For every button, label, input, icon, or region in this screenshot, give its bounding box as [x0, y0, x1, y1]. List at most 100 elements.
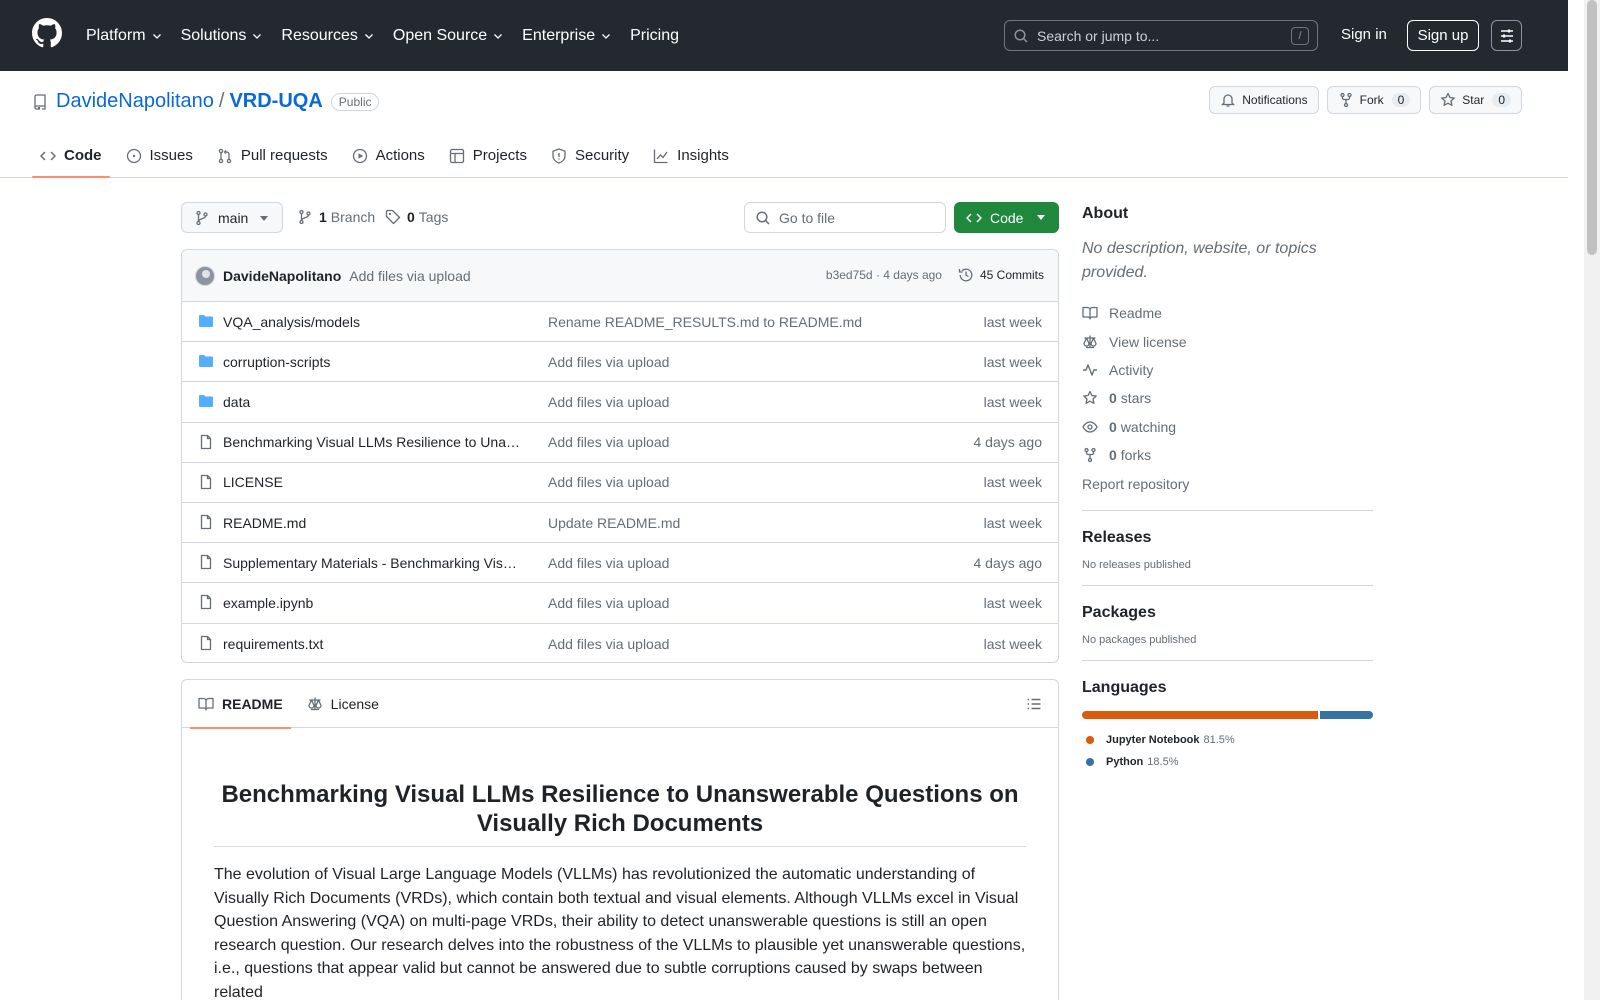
fork-count: 0	[1391, 93, 1411, 107]
language-bar-segment	[1082, 710, 1318, 719]
branches-link[interactable]: 1 Branch	[297, 209, 375, 225]
commit-message-link[interactable]: Add files via upload	[349, 268, 470, 284]
language-item[interactable]: Python 18.5%	[1086, 751, 1373, 773]
history-icon	[958, 268, 973, 282]
file-commit-message-link[interactable]: Add files via upload	[548, 474, 669, 490]
file-icon	[200, 474, 212, 489]
repo-separator: /	[218, 90, 225, 112]
nav-pricing[interactable]: Pricing	[630, 27, 679, 45]
file-name-link[interactable]: README.md	[223, 515, 523, 531]
branch-selector[interactable]: main	[181, 202, 283, 233]
repo-name-link[interactable]: VRD-UQA	[229, 90, 322, 113]
license-link[interactable]: View license	[1082, 327, 1373, 355]
avatar[interactable]	[195, 265, 215, 286]
branch-icon	[196, 210, 208, 225]
file-name-link[interactable]: data	[223, 394, 523, 410]
activity-link[interactable]: Activity	[1082, 356, 1373, 384]
commits-history-link[interactable]: 45 Commits	[958, 267, 1044, 283]
chevron-down-icon	[152, 33, 161, 39]
report-repository-link[interactable]: Report repository	[1082, 469, 1373, 497]
star-button[interactable]: Star 0	[1429, 86, 1522, 114]
table-of-contents-icon[interactable]	[1026, 696, 1042, 712]
releases-section: Releases No releases published	[1082, 509, 1373, 571]
table-row: requirements.txt Add files via upload last…	[182, 624, 1058, 663]
code-icon	[966, 212, 982, 223]
notifications-button[interactable]: Notifications	[1209, 86, 1319, 114]
star-count: 0	[1492, 93, 1511, 107]
nav-platform[interactable]: Platform	[86, 27, 163, 45]
tab-projects[interactable]: Projects	[441, 133, 535, 178]
pulse-icon	[1083, 364, 1097, 376]
graph-icon	[654, 149, 668, 163]
file-date: last week	[983, 393, 1042, 410]
commit-author-link[interactable]: DavideNapolitano	[223, 268, 341, 284]
tab-code[interactable]: Code	[32, 133, 110, 178]
tab-insights[interactable]: Insights	[645, 133, 737, 178]
folder-icon	[199, 355, 213, 368]
law-icon	[308, 697, 322, 710]
repo-owner-link[interactable]: DavideNapolitano	[56, 90, 214, 113]
file-name-link[interactable]: example.ipynb	[223, 595, 523, 611]
tab-actions[interactable]: Actions	[344, 133, 433, 178]
search-icon	[756, 210, 770, 225]
search-icon	[1014, 28, 1028, 43]
tab-pull-requests[interactable]: Pull requests	[209, 133, 336, 178]
file-date: last week	[983, 514, 1042, 531]
file-commit-message-link[interactable]: Add files via upload	[548, 636, 669, 652]
stars-link[interactable]: 0 stars	[1082, 384, 1373, 412]
file-commit-message-link[interactable]: Add files via upload	[548, 434, 669, 450]
fork-button[interactable]: Fork 0	[1326, 86, 1422, 114]
tab-issues[interactable]: Issues	[118, 133, 201, 178]
table-row: Benchmarking Visual LLMs Resilience to U…	[182, 423, 1058, 463]
nav-open-source[interactable]: Open Source	[393, 27, 504, 45]
file-commit-message-link[interactable]: Add files via upload	[548, 595, 669, 611]
file-date: last week	[983, 594, 1042, 611]
file-name-link[interactable]: Benchmarking Visual LLMs Resilience to U…	[223, 434, 523, 450]
chevron-down-icon	[494, 33, 503, 39]
sign-in-link[interactable]: Sign in	[1341, 26, 1387, 43]
file-commit-message-link[interactable]: Rename README_RESULTS.md to README.md	[548, 314, 862, 330]
watchers-link[interactable]: 0 watching	[1082, 413, 1373, 441]
sign-up-button[interactable]: Sign up	[1407, 20, 1479, 51]
file-commit-message-link[interactable]: Add files via upload	[548, 394, 669, 410]
about-description: No description, website, or topics provi…	[1082, 240, 1317, 281]
nav-enterprise[interactable]: Enterprise	[522, 27, 612, 45]
language-item[interactable]: Jupyter Notebook 81.5%	[1086, 729, 1373, 751]
tab-security[interactable]: Security	[543, 133, 637, 178]
language-bar-segment	[1319, 710, 1373, 719]
readme-link[interactable]: Readme	[1082, 299, 1373, 327]
file-name-link[interactable]: requirements.txt	[223, 636, 523, 652]
releases-heading[interactable]: Releases	[1082, 529, 1373, 547]
nav-resources[interactable]: Resources	[281, 27, 374, 45]
scrollbar-thumb[interactable]	[1587, 0, 1597, 255]
language-color-dot	[1086, 757, 1094, 766]
tab-license[interactable]: License	[299, 680, 387, 728]
tab-readme[interactable]: README	[190, 680, 291, 729]
menu-button[interactable]	[1491, 20, 1522, 51]
page-scrollbar[interactable]	[1584, 0, 1600, 1000]
github-logo-icon[interactable]	[32, 18, 62, 48]
forks-link[interactable]: 0 forks	[1082, 441, 1373, 469]
packages-heading[interactable]: Packages	[1082, 604, 1373, 622]
table-row: VQA_analysis/models Rename README_RESULTS…	[182, 302, 1058, 343]
file-name-link[interactable]: VQA_analysis/models	[223, 314, 523, 330]
table-row: README.md Update README.md last week	[182, 503, 1058, 544]
commit-hash-link[interactable]: b3ed75d · 4 days ago	[826, 268, 942, 282]
file-commit-message-link[interactable]: Update README.md	[548, 515, 680, 531]
tags-link[interactable]: 0 Tags	[385, 209, 448, 225]
file-icon	[200, 635, 212, 650]
file-name-link[interactable]: Supplementary Materials - Benchmarking V…	[223, 555, 523, 571]
file-commit-message-link[interactable]: Add files via upload	[548, 555, 669, 571]
code-dropdown-button[interactable]: Code	[954, 202, 1059, 233]
file-name-link[interactable]: LICENSE	[223, 474, 523, 490]
file-commit-message-link[interactable]: Add files via upload	[548, 354, 669, 370]
releases-note: No releases published	[1082, 558, 1191, 571]
table-icon	[449, 148, 464, 163]
search-input[interactable]: Search or jump to... /	[1004, 20, 1318, 51]
nav-solutions[interactable]: Solutions	[181, 27, 264, 45]
fork-icon	[1339, 92, 1352, 108]
chevron-down-icon	[253, 33, 262, 39]
go-to-file-input[interactable]: Go to file	[744, 202, 946, 233]
file-name-link[interactable]: corruption-scripts	[223, 354, 523, 370]
caret-down-icon	[1037, 215, 1045, 220]
